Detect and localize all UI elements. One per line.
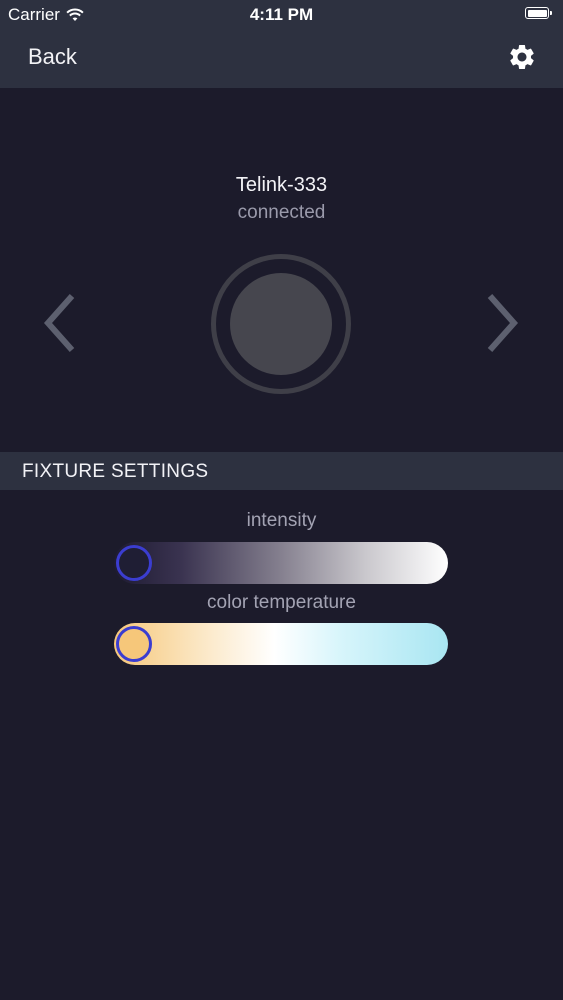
chevron-right-icon[interactable] <box>482 290 522 356</box>
status-time: 4:11 PM <box>249 5 314 24</box>
fixture-settings-header: FIXTURE SETTINGS <box>0 452 563 490</box>
status-bar: Carrier 4:11 PM <box>0 0 563 30</box>
top-bar: Carrier 4:11 PM Back <box>0 0 563 88</box>
back-button[interactable]: Back <box>28 44 77 70</box>
intensity-slider-thumb[interactable] <box>116 545 152 581</box>
battery-icon <box>525 7 552 19</box>
color-temperature-label: color temperature <box>207 592 356 613</box>
device-power-button[interactable] <box>211 254 351 394</box>
intensity-slider[interactable] <box>114 542 448 584</box>
device-name: Telink-333 <box>235 174 328 196</box>
intensity-label: intensity <box>246 510 317 531</box>
gear-icon[interactable] <box>507 42 537 72</box>
device-power-button-inner <box>230 273 332 375</box>
chevron-left-icon[interactable] <box>40 290 80 356</box>
section-title: FIXTURE SETTINGS <box>22 461 209 482</box>
color-temperature-slider-thumb[interactable] <box>116 626 152 662</box>
color-temperature-slider[interactable] <box>114 623 448 665</box>
device-status: connected <box>237 202 326 223</box>
